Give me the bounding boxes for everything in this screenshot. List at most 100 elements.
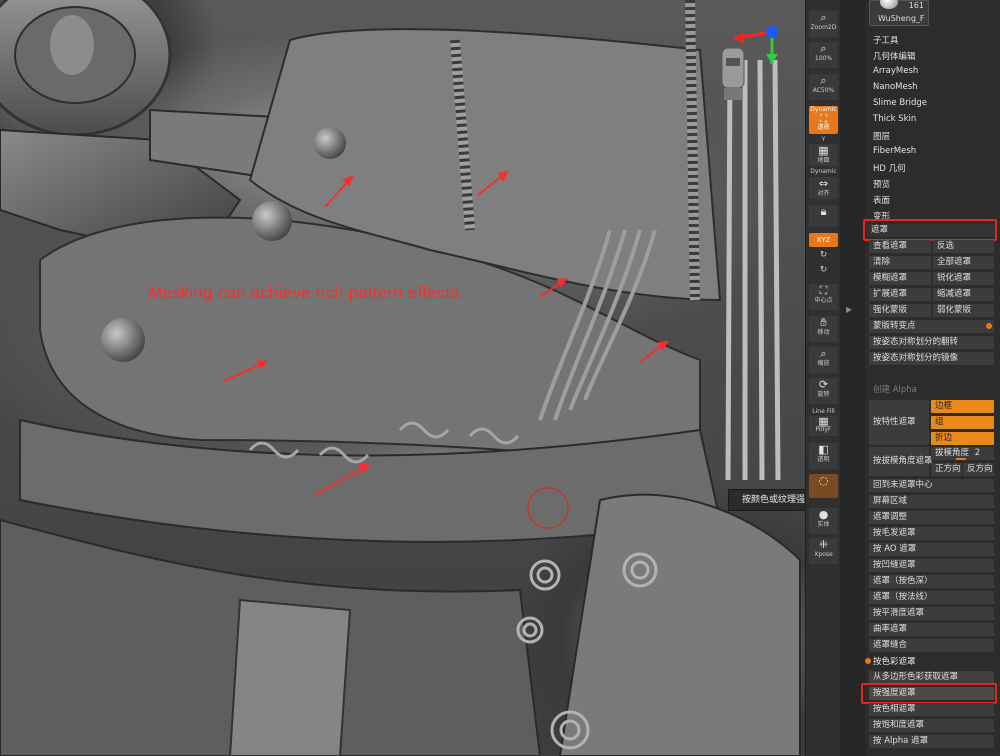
mask-to-points-button[interactable]: 蒙版转变点 [869,320,994,333]
polyf-label: PolyF [815,426,832,433]
menu-slime-bridge[interactable]: Slime Bridge [873,98,927,108]
sculpture-render [0,0,801,756]
frame-button[interactable]: ⛶ 中心点 [809,284,838,310]
inverse-mask-button[interactable]: 反选 [933,240,994,253]
collapse-arrow-icon[interactable]: ▶ [846,305,852,314]
lock-button[interactable]: 🔒︎ [809,205,838,227]
tool-thumbnail[interactable]: 161 WuSheng_F [869,0,929,26]
frame-label: 中心点 [814,297,833,304]
xyz-label: XYZ [816,236,831,244]
menu-subtool[interactable]: 子工具 [873,34,899,46]
move-button[interactable]: ✋︎ 移动 [809,316,838,342]
mask-by-normal-button[interactable]: 遮罩（按法线） [869,591,994,604]
mask-by-smoothness-button[interactable]: 按平滑度遮罩 [869,607,994,620]
mask-all-button[interactable]: 全部遮罩 [933,256,994,269]
frame-icon: ⛶ [819,284,828,297]
zoom-icon: ⌕ [820,74,827,87]
mask-by-alpha-button[interactable]: 按 Alpha 遮罩 [869,735,994,748]
rotate-local-icon[interactable]: ↻ [808,250,839,260]
polyf-button[interactable]: ▦ PolyF [809,416,838,436]
menu-surface[interactable]: 表面 [873,194,890,206]
strengthen-mask-button[interactable]: 强化蒙版 [869,304,931,317]
rotate-icon: ⟳ [818,378,829,391]
transparency-button[interactable]: ◧ 透明 [809,443,838,469]
tool-shelf: ⌕ Zoom2D ⌕ 100% ⌕ AC50% Dynamic ⛶ 透视 Y ▦ 地面 Dy… [805,0,841,756]
zoom100-button[interactable]: ⌕ 100% [809,42,838,68]
floor-label: 地面 [817,157,830,164]
pose-symmetry-mirror-button[interactable]: 按姿态对称划分的镜像 [869,352,994,365]
feature-border-toggle[interactable]: 边框 [931,400,994,413]
ghost-icon: ◌ [818,474,829,487]
menu-thick-skin[interactable]: Thick Skin [873,114,916,124]
menu-geometry-edit[interactable]: 几何体编辑 [873,50,916,62]
mask-by-draft-angle-button[interactable]: 按拔模角度遮罩 [869,447,933,476]
zoom2d-label: Zoom2D [810,24,837,31]
toggle-dot-icon[interactable] [986,323,992,329]
feature-crease-toggle[interactable]: 折边 [931,432,994,445]
xpose-label: Xpose [814,551,833,558]
draft-angle-label: 拔模角度 [935,448,970,458]
rotate-label: 旋转 [817,391,830,398]
mask-adjust-button[interactable]: 遮罩调整 [869,511,994,524]
xyz-button[interactable]: XYZ [809,233,838,247]
rotate-button[interactable]: ⟳ 旋转 [809,378,838,404]
mask-by-hue-button[interactable]: 按色相遮罩 [869,703,994,716]
line-fill-label: Line Fill [812,408,835,415]
menu-layers[interactable]: 图层 [873,130,890,142]
menu-arraymesh[interactable]: ArrayMesh [873,66,918,76]
tool-name: WuSheng_F [878,14,925,23]
create-alpha-button[interactable]: 创建 Alpha [869,384,994,397]
menu-nanomesh[interactable]: NanoMesh [873,82,918,92]
move-icon: ✋︎ [820,316,827,329]
scale-label: 缩放 [817,360,830,367]
negative-direction-button[interactable]: 反方向 [963,463,994,476]
grow-mask-button[interactable]: 扩展遮罩 [869,288,931,301]
feature-groups-toggle[interactable]: 组 [931,416,994,429]
mask-by-fibers-button[interactable]: 按毛发遮罩 [869,527,994,540]
mask-by-color-header[interactable]: 按色彩遮罩 [873,655,916,667]
view-mask-button[interactable]: 查看遮罩 [869,240,931,253]
mask-by-saturation-button[interactable]: 按饱和度遮罩 [869,719,994,732]
floor-icon: ▦ [818,144,829,157]
sharpen-mask-button[interactable]: 锐化遮罩 [933,272,994,285]
mask-by-depth-button[interactable]: 遮罩（按色深） [869,575,994,588]
mask-by-feature-button[interactable]: 按特性遮罩 [869,400,929,445]
clear-mask-button[interactable]: 清除 [869,256,931,269]
panel-splitter[interactable]: ▶ [840,0,865,756]
xpose-button[interactable]: ⁜ Xpose [809,538,838,564]
ac50-label: AC50% [812,87,835,94]
menu-hd-geometry[interactable]: HD 几何 [873,162,906,174]
mask-by-cavity-button[interactable]: 按凹缝遮罩 [869,559,994,572]
menu-fibermesh[interactable]: FiberMesh [873,146,916,156]
tool-panel: 161 WuSheng_F 子工具 几何体编辑 ArrayMesh NanoMe… [861,0,1000,756]
tooltip: 按颜色或纹理强度遮罩 [728,489,805,511]
shrink-mask-button[interactable]: 缩减遮罩 [933,288,994,301]
highlight-masking [863,219,997,241]
blur-mask-button[interactable]: 模糊遮罩 [869,272,931,285]
menu-preview[interactable]: 预览 [873,178,890,190]
lock-icon: 🔒︎ [820,205,827,218]
mask-by-curvature-button[interactable]: 曲率遮罩 [869,623,994,636]
mask-by-ao-button[interactable]: 按 AO 遮罩 [869,543,994,556]
unmasked-center-button[interactable]: 回到未遮罩中心 [869,479,994,492]
screen-area-button[interactable]: 屏幕区域 [869,495,994,508]
align-button[interactable]: ⇔ 对齐 [809,177,838,199]
ac50-button[interactable]: ⌕ AC50% [809,74,838,100]
scale-button[interactable]: ⌕ 缩放 [809,347,838,373]
rotate-y-icon[interactable]: ↻ [808,265,839,275]
sculpt-viewport[interactable]: Masking can achieve rich pattern effects… [0,0,805,756]
weaken-mask-button[interactable]: 弱化蒙版 [933,304,994,317]
tool-preview-icon [880,0,898,9]
zoom-icon: ⌕ [820,11,827,24]
mask-seam-button[interactable]: 遮罩缝合 [869,639,994,652]
floor-button[interactable]: ▦ 地面 [809,144,838,166]
zoom2d-button[interactable]: ⌕ Zoom2D [809,11,838,37]
pose-symmetry-flip-button[interactable]: 按姿态对称划分的翻转 [869,336,994,349]
positive-direction-button[interactable]: 正方向 [931,463,962,476]
solo-button[interactable]: ● 实体 [809,508,838,534]
y-label: Y [821,136,826,143]
perspective-button[interactable]: Dynamic ⛶ 透视 [809,106,838,134]
orientation-gizmo-icon[interactable] [712,24,792,104]
solo-label: 实体 [817,521,830,528]
ghost-button[interactable]: ◌ [809,474,838,498]
